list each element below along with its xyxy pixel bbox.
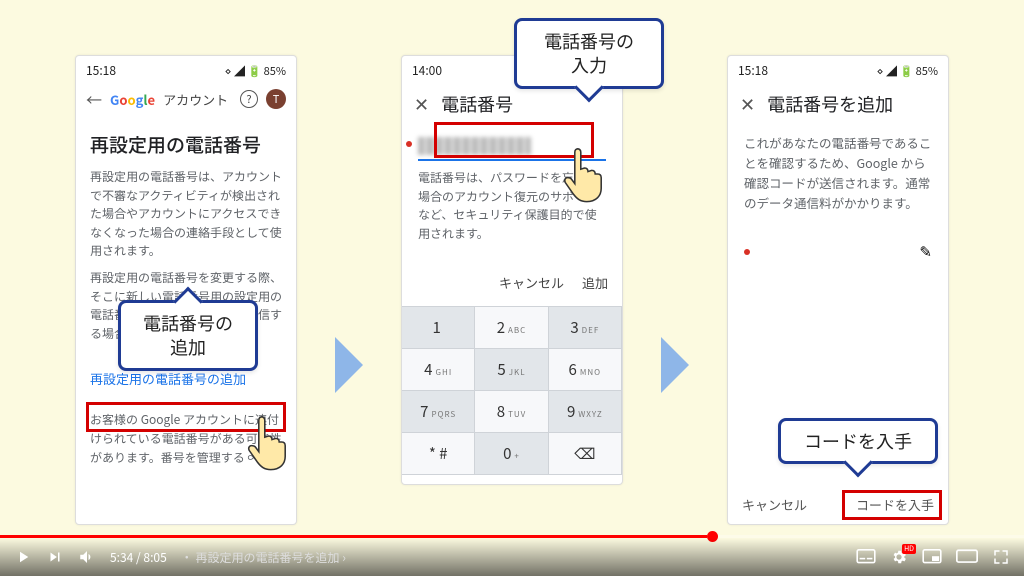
- video-frame: 15:18 ⋄ ◢ 🔋 85% ← Google アカウント ? T 再設定用の…: [0, 0, 1024, 576]
- player-controls: 5:34 / 8:05 ・ 再設定用の電話番号を追加 ›: [0, 538, 1024, 576]
- cancel-button[interactable]: キャンセル: [499, 273, 564, 292]
- miniplayer-button[interactable]: [922, 549, 942, 565]
- body-text: これがあなたの電話番号であることを確認するため、Google から確認コードが送…: [728, 127, 948, 219]
- avatar[interactable]: T: [266, 89, 286, 109]
- key-0[interactable]: 0+: [475, 433, 548, 475]
- key-3[interactable]: 3DEF: [549, 307, 622, 349]
- subtitles-button[interactable]: [856, 549, 876, 565]
- arrow-icon: [335, 337, 363, 393]
- key-1[interactable]: 1: [402, 307, 475, 349]
- close-icon[interactable]: ✕: [740, 91, 755, 117]
- phone-display-row: ✎: [744, 241, 932, 262]
- key-6[interactable]: 6MNO: [549, 349, 622, 391]
- settings-button[interactable]: [890, 548, 908, 566]
- pointer-hand-icon: [242, 412, 290, 472]
- google-logo: Google: [110, 90, 155, 109]
- screen-title: 電話番号を追加: [767, 91, 893, 117]
- flag-dot-icon: [744, 249, 750, 255]
- add-button[interactable]: 追加: [582, 273, 608, 292]
- cancel-button[interactable]: キャンセル: [742, 495, 807, 514]
- status-right: ⋄ ◢ 🔋 85%: [877, 63, 938, 79]
- play-button[interactable]: [14, 548, 32, 566]
- status-bar: 15:18 ⋄ ◢ 🔋 85%: [728, 56, 948, 81]
- phone-number-blurred: [788, 245, 882, 259]
- phone-2: 14:00 ✕ 電話番号 電話番号は、パスワードを忘れた場合のアカウント復元のサ…: [401, 55, 623, 485]
- key-backspace[interactable]: ⌫: [549, 433, 622, 475]
- key-4[interactable]: 4GHI: [402, 349, 475, 391]
- arrow-icon: [661, 337, 689, 393]
- numeric-keypad: 1 2ABC 3DEF 4GHI 5JKL 6MNO 7PQRS 8TUV 9W…: [402, 306, 622, 475]
- help-icon[interactable]: ?: [240, 90, 258, 108]
- key-8[interactable]: 8TUV: [475, 391, 548, 433]
- time-display: 5:34 / 8:05: [110, 549, 167, 566]
- back-icon[interactable]: ←: [86, 87, 102, 111]
- app-bar: ← Google アカウント ? T: [76, 81, 296, 117]
- add-recovery-phone-link[interactable]: 再設定用の電話番号の追加: [90, 369, 246, 388]
- key-5[interactable]: 5JKL: [475, 349, 548, 391]
- account-label: アカウント: [163, 90, 228, 109]
- key-9[interactable]: 9WXYZ: [549, 391, 622, 433]
- screen-title: 電話番号: [441, 91, 513, 117]
- phone-number-blurred: [418, 137, 531, 155]
- status-bar: 15:18 ⋄ ◢ 🔋 85%: [76, 56, 296, 81]
- status-time: 14:00: [412, 62, 442, 79]
- body-text-1: 再設定用の電話番号は、アカウントで不審なアクティビティが検出された場合やアカウン…: [90, 168, 282, 261]
- callout-enter-phone: 電話番号の 入力: [514, 18, 664, 89]
- key-7[interactable]: 7PQRS: [402, 391, 475, 433]
- flag-dot-icon: [406, 141, 412, 147]
- volume-button[interactable]: [78, 548, 96, 566]
- page-title: 再設定用の電話番号: [90, 131, 282, 158]
- key-sym[interactable]: * #: [402, 433, 475, 475]
- theater-button[interactable]: [956, 549, 978, 565]
- callout-get-code: コードを入手: [778, 418, 938, 464]
- callout-add-phone: 電話番号の 追加: [118, 300, 258, 371]
- status-time: 15:18: [738, 62, 768, 79]
- get-code-button[interactable]: コードを入手: [856, 495, 934, 514]
- status-right: ⋄ ◢ 🔋 85%: [225, 63, 286, 79]
- key-2[interactable]: 2ABC: [475, 307, 548, 349]
- pointer-hand-icon: [558, 144, 606, 204]
- close-icon[interactable]: ✕: [414, 91, 429, 117]
- chapter-title[interactable]: ・ 再設定用の電話番号を追加 ›: [181, 549, 346, 566]
- edit-icon[interactable]: ✎: [919, 241, 932, 262]
- next-button[interactable]: [46, 548, 64, 566]
- status-time: 15:18: [86, 62, 116, 79]
- fullscreen-button[interactable]: [992, 548, 1010, 566]
